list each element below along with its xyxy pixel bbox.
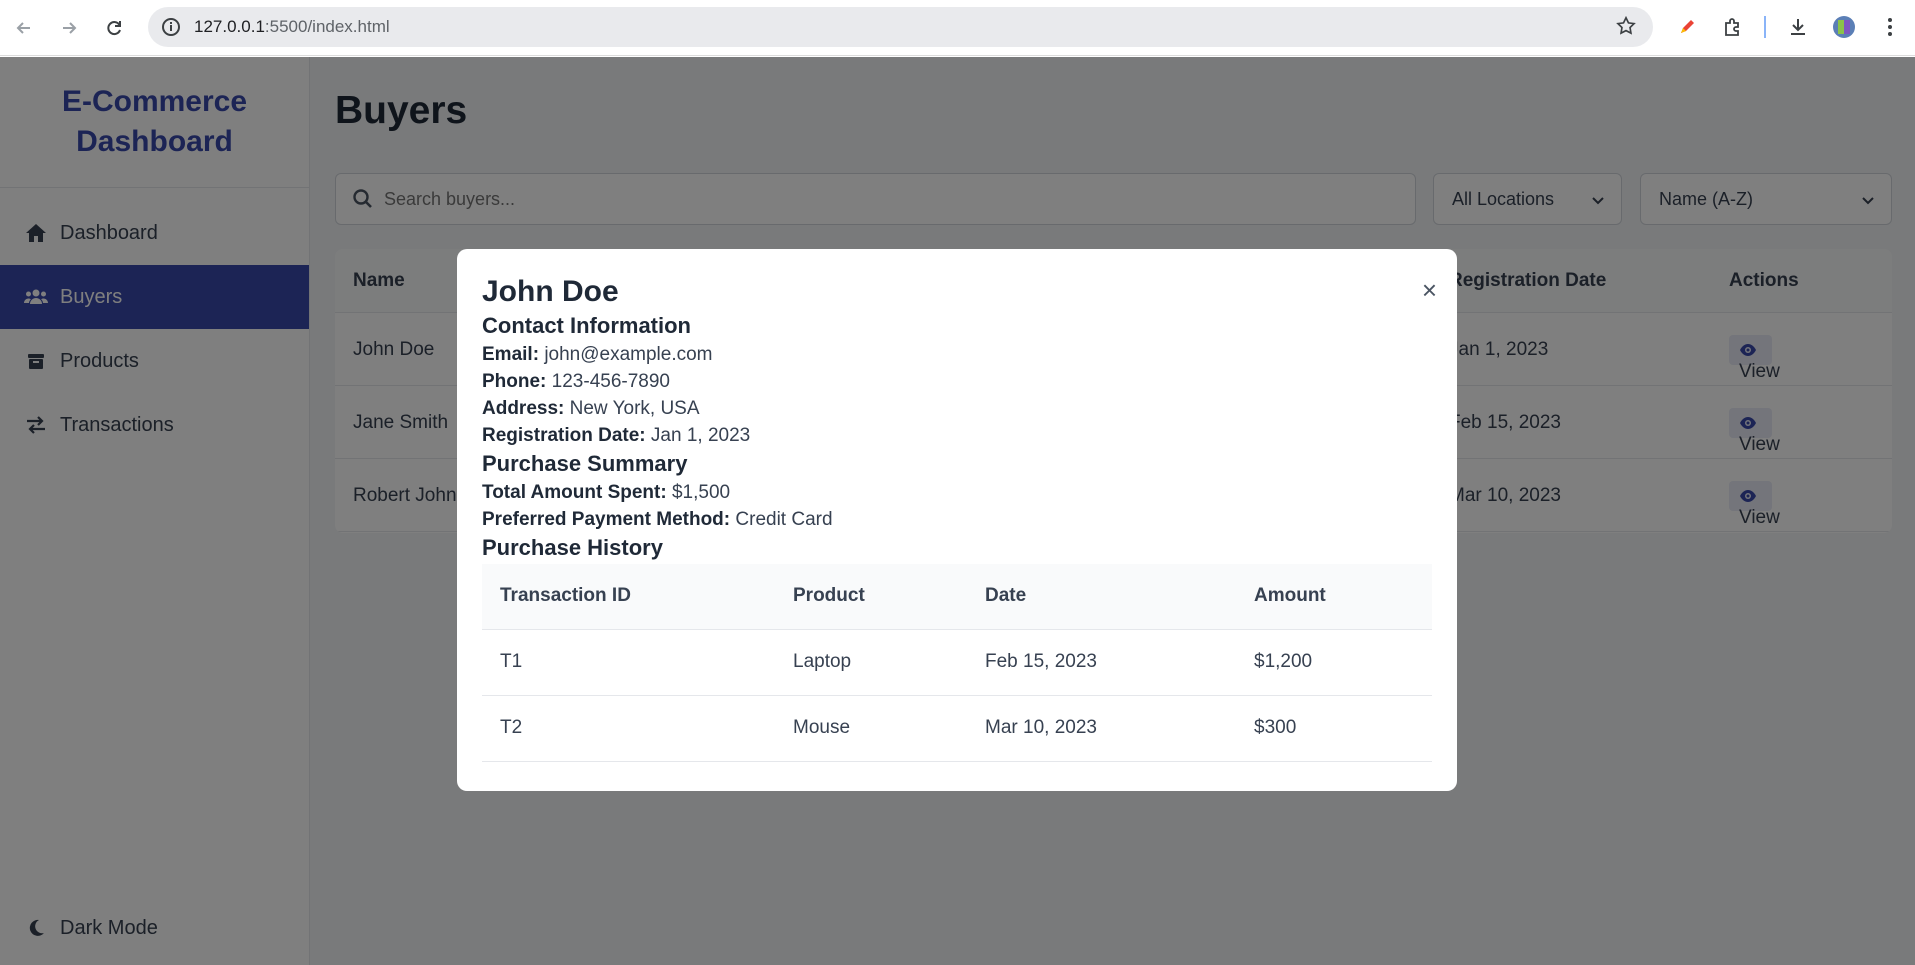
- registration-line: Registration Date: Jan 1, 2023: [482, 422, 1432, 449]
- address-line: Address: New York, USA: [482, 395, 1432, 422]
- close-icon[interactable]: ×: [1422, 277, 1437, 303]
- forward-icon[interactable]: [55, 14, 83, 42]
- transaction-product: Laptop: [775, 629, 967, 696]
- email-value: john@example.com: [544, 344, 713, 365]
- column-header-amount: Amount: [1236, 564, 1432, 630]
- email-label: Email:: [482, 344, 540, 365]
- address-bar[interactable]: 127.0.0.1:5500/index.html: [148, 7, 1653, 47]
- registration-label: Registration Date:: [482, 425, 646, 446]
- column-header-product: Product: [775, 564, 967, 630]
- total-line: Total Amount Spent: $1,500: [482, 479, 1432, 506]
- column-header-date: Date: [967, 564, 1236, 630]
- phone-value: 123-456-7890: [551, 371, 670, 392]
- total-label: Total Amount Spent:: [482, 482, 667, 503]
- address-value: New York, USA: [569, 398, 700, 419]
- transaction-id: T1: [482, 629, 775, 696]
- payment-label: Preferred Payment Method:: [482, 509, 731, 530]
- reload-icon[interactable]: [100, 14, 128, 42]
- url-text: 127.0.0.1:5500/index.html: [194, 17, 390, 37]
- payment-value: Credit Card: [735, 509, 833, 530]
- browser-toolbar: 127.0.0.1:5500/index.html: [0, 0, 1915, 56]
- extension-pen-icon[interactable]: [1672, 12, 1702, 42]
- address-label: Address:: [482, 398, 565, 419]
- phone-label: Phone:: [482, 371, 547, 392]
- transaction-amount: $300: [1236, 695, 1432, 762]
- transaction-id: T2: [482, 695, 775, 762]
- url-host: 127.0.0.1: [194, 17, 265, 36]
- bookmark-star-icon[interactable]: [1615, 15, 1637, 42]
- profile-avatar[interactable]: [1829, 12, 1859, 42]
- contact-heading: Contact Information: [482, 313, 691, 338]
- table-row: T1 Laptop Feb 15, 2023 $1,200: [482, 629, 1432, 696]
- transaction-amount: $1,200: [1236, 629, 1432, 696]
- extensions-puzzle-icon[interactable]: [1718, 12, 1748, 42]
- toolbar-divider: [1764, 16, 1766, 38]
- column-header-transaction-id: Transaction ID: [482, 564, 775, 630]
- url-path: :5500/index.html: [264, 17, 390, 36]
- payment-line: Preferred Payment Method: Credit Card: [482, 506, 1432, 533]
- registration-value: Jan 1, 2023: [650, 425, 751, 446]
- transaction-date: Mar 10, 2023: [967, 695, 1236, 762]
- modal-title: John Doe: [482, 275, 619, 308]
- table-header-row: Transaction ID Product Date Amount: [482, 564, 1432, 630]
- history-heading: Purchase History: [482, 535, 663, 560]
- site-info-icon[interactable]: [160, 16, 182, 43]
- email-line: Email: john@example.com: [482, 341, 1432, 368]
- transaction-product: Mouse: [775, 695, 967, 762]
- phone-line: Phone: 123-456-7890: [482, 368, 1432, 395]
- download-icon[interactable]: [1783, 12, 1813, 42]
- table-row: T2 Mouse Mar 10, 2023 $300: [482, 695, 1432, 762]
- menu-kebab-icon[interactable]: [1875, 12, 1905, 42]
- buyer-details-modal: × John Doe Contact Information Email: jo…: [457, 249, 1457, 791]
- transaction-date: Feb 15, 2023: [967, 629, 1236, 696]
- purchase-history-table: Transaction ID Product Date Amount T1 La…: [482, 564, 1432, 762]
- back-icon[interactable]: [10, 14, 38, 42]
- total-value: $1,500: [671, 482, 731, 503]
- summary-heading: Purchase Summary: [482, 451, 688, 476]
